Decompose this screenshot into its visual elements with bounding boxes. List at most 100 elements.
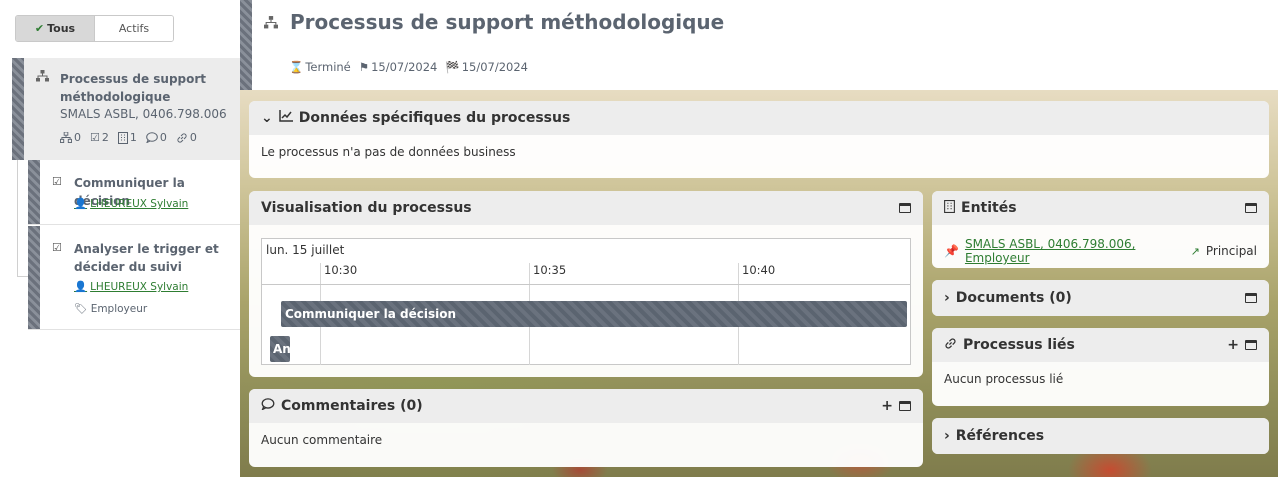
stat-entities-value: 1	[129, 131, 137, 144]
linked-processes-panel: Processus liés + Aucun processus lié	[932, 328, 1269, 406]
comment-icon	[261, 398, 275, 414]
filter-active-button[interactable]: Actifs	[94, 16, 173, 41]
stat-subprocesses-value: 0	[74, 131, 81, 144]
stat-tasks-value: 2	[101, 131, 109, 144]
end-date-value: 15/07/2024	[461, 60, 528, 74]
filter-all-button[interactable]: ✔ Tous	[16, 16, 94, 41]
maximize-icon[interactable]	[1245, 293, 1257, 303]
timeline-tick: 10:40	[742, 263, 776, 277]
task-status-bar	[28, 226, 40, 329]
chevron-right-icon[interactable]: ›	[944, 428, 950, 444]
process-data-panel: ⌄ Données spécifiques du processus Le pr…	[249, 101, 1269, 178]
checkered-flag-icon: 🏁	[445, 60, 460, 74]
timeline-day-label: lun. 15 juillet	[266, 243, 345, 257]
stat-links-value: 0	[189, 131, 197, 144]
link-icon	[944, 337, 957, 354]
task-role-label: Employeur	[90, 303, 148, 315]
stat-tasks: ☑ 2	[90, 131, 109, 144]
references-panel: › Références	[932, 418, 1269, 454]
chevron-right-icon[interactable]: ›	[944, 290, 950, 306]
timeline-tick: 10:30	[324, 263, 358, 277]
comment-icon	[146, 132, 158, 143]
sitemap-icon	[60, 132, 72, 143]
task-status-bar	[28, 160, 40, 224]
sitemap-icon	[264, 16, 278, 33]
maximize-icon[interactable]	[899, 401, 911, 411]
add-comment-icon[interactable]: +	[881, 398, 893, 414]
header-status-bar	[240, 0, 252, 90]
process-status-bar	[12, 58, 24, 160]
main-content: Processus de support méthodologique ⌛ Ter…	[240, 0, 1278, 477]
process-card[interactable]: Processus de support méthodologique SMAL…	[12, 58, 240, 160]
entity-row: 📌 SMALS ASBL, 0406.798.006, Employeur ↗ …	[944, 237, 1257, 265]
stat-links: 0	[176, 131, 197, 144]
task-title: Analyser le trigger et décider du suivi	[74, 242, 219, 274]
checkbox-icon: ☑	[90, 131, 100, 144]
building-icon	[944, 199, 955, 217]
task-item[interactable]: ☑ Communiquer la décision 👤 LHEUREUX Sylv…	[28, 160, 240, 225]
status: ⌛ Terminé	[289, 60, 351, 74]
references-header[interactable]: › Références	[932, 418, 1269, 454]
process-data-title: Données spécifiques du processus	[298, 110, 571, 126]
line-chart-icon	[278, 110, 293, 126]
checkbox-icon: ☑	[52, 175, 62, 188]
task-item[interactable]: ☑ Analyser le trigger et décider du suiv…	[28, 226, 240, 330]
references-title: Références	[955, 428, 1045, 444]
add-linked-process-icon[interactable]: +	[1227, 337, 1239, 353]
process-data-header[interactable]: ⌄ Données spécifiques du processus	[249, 101, 1269, 135]
timeline-divider	[262, 284, 910, 285]
flag-icon: ⚑	[358, 60, 370, 74]
task-role: 🏷 Employeur	[74, 302, 147, 315]
building-icon	[117, 131, 128, 144]
process-org: SMALS ASBL, 0406.798.006	[60, 107, 227, 121]
external-link-icon[interactable]: ↗	[1191, 245, 1200, 258]
visualisation-title: Visualisation du processus	[261, 200, 472, 216]
process-meta: ⌛ Terminé ⚑ 15/07/2024 🏁 15/07/2024	[289, 60, 528, 74]
timeline-task-bar[interactable]: An	[270, 336, 290, 362]
maximize-icon[interactable]	[1245, 203, 1257, 213]
entities-body: 📌 SMALS ASBL, 0406.798.006, Employeur ↗ …	[932, 225, 1269, 268]
comments-panel: Commentaires (0) + Aucun commentaire	[249, 389, 923, 467]
documents-header[interactable]: › Documents (0)	[932, 280, 1269, 316]
entities-title: Entités	[961, 200, 1017, 216]
page-title: Processus de support méthodologique	[290, 10, 725, 34]
timeline-chart: lun. 15 juillet 10:30 10:35 10:40 Commun…	[261, 238, 911, 365]
task-assignee-name: LHEUREUX Sylvain	[90, 281, 189, 293]
sitemap-icon	[36, 70, 49, 85]
sidebar: ✔ Tous Actifs Processus de support métho…	[0, 0, 240, 477]
end-date: 🏁 15/07/2024	[445, 60, 528, 74]
tree-connector	[17, 160, 18, 277]
comments-body: Aucun commentaire	[261, 433, 383, 447]
page-header: Processus de support méthodologique ⌛ Ter…	[252, 0, 1278, 90]
start-date: ⚑ 15/07/2024	[359, 60, 438, 74]
stat-subprocesses: 0	[60, 131, 81, 144]
timeline-task-bar[interactable]: Communiquer la décision	[281, 301, 907, 327]
entities-header: Entités	[932, 191, 1269, 225]
process-stats: 0 ☑ 2 1 0 0	[60, 131, 197, 144]
linked-processes-body: Aucun processus lié	[944, 372, 1064, 386]
chevron-down-icon[interactable]: ⌄	[261, 110, 273, 126]
check-icon: ✔	[34, 22, 45, 35]
task-assignee-link[interactable]: 👤 LHEUREUX Sylvain	[74, 280, 188, 293]
stat-entities: 1	[117, 131, 137, 144]
maximize-icon[interactable]	[1245, 340, 1257, 350]
maximize-icon[interactable]	[899, 203, 911, 213]
filter-toggle: ✔ Tous Actifs	[15, 15, 174, 42]
linked-processes-title: Processus liés	[963, 337, 1075, 353]
visualisation-header: Visualisation du processus	[249, 191, 923, 225]
stat-comments: 0	[146, 131, 167, 144]
documents-title: Documents (0)	[955, 290, 1072, 306]
comments-header: Commentaires (0) +	[249, 389, 923, 423]
user-icon: 👤	[74, 198, 88, 210]
timeline-tick: 10:35	[533, 263, 567, 277]
process-data-body: Le processus n'a pas de données business	[261, 145, 516, 159]
visualisation-panel: Visualisation du processus lun. 15 juill…	[249, 191, 923, 377]
tag-icon: 🏷	[74, 303, 88, 315]
pin-icon: 📌	[944, 244, 959, 258]
linked-processes-header: Processus liés +	[932, 328, 1269, 362]
status-label: Terminé	[305, 60, 351, 74]
hourglass-icon: ⌛	[289, 60, 304, 74]
user-icon: 👤	[74, 281, 88, 293]
entity-link[interactable]: SMALS ASBL, 0406.798.006, Employeur	[965, 237, 1185, 265]
task-assignee-link[interactable]: 👤 LHEUREUX Sylvain	[74, 197, 188, 210]
